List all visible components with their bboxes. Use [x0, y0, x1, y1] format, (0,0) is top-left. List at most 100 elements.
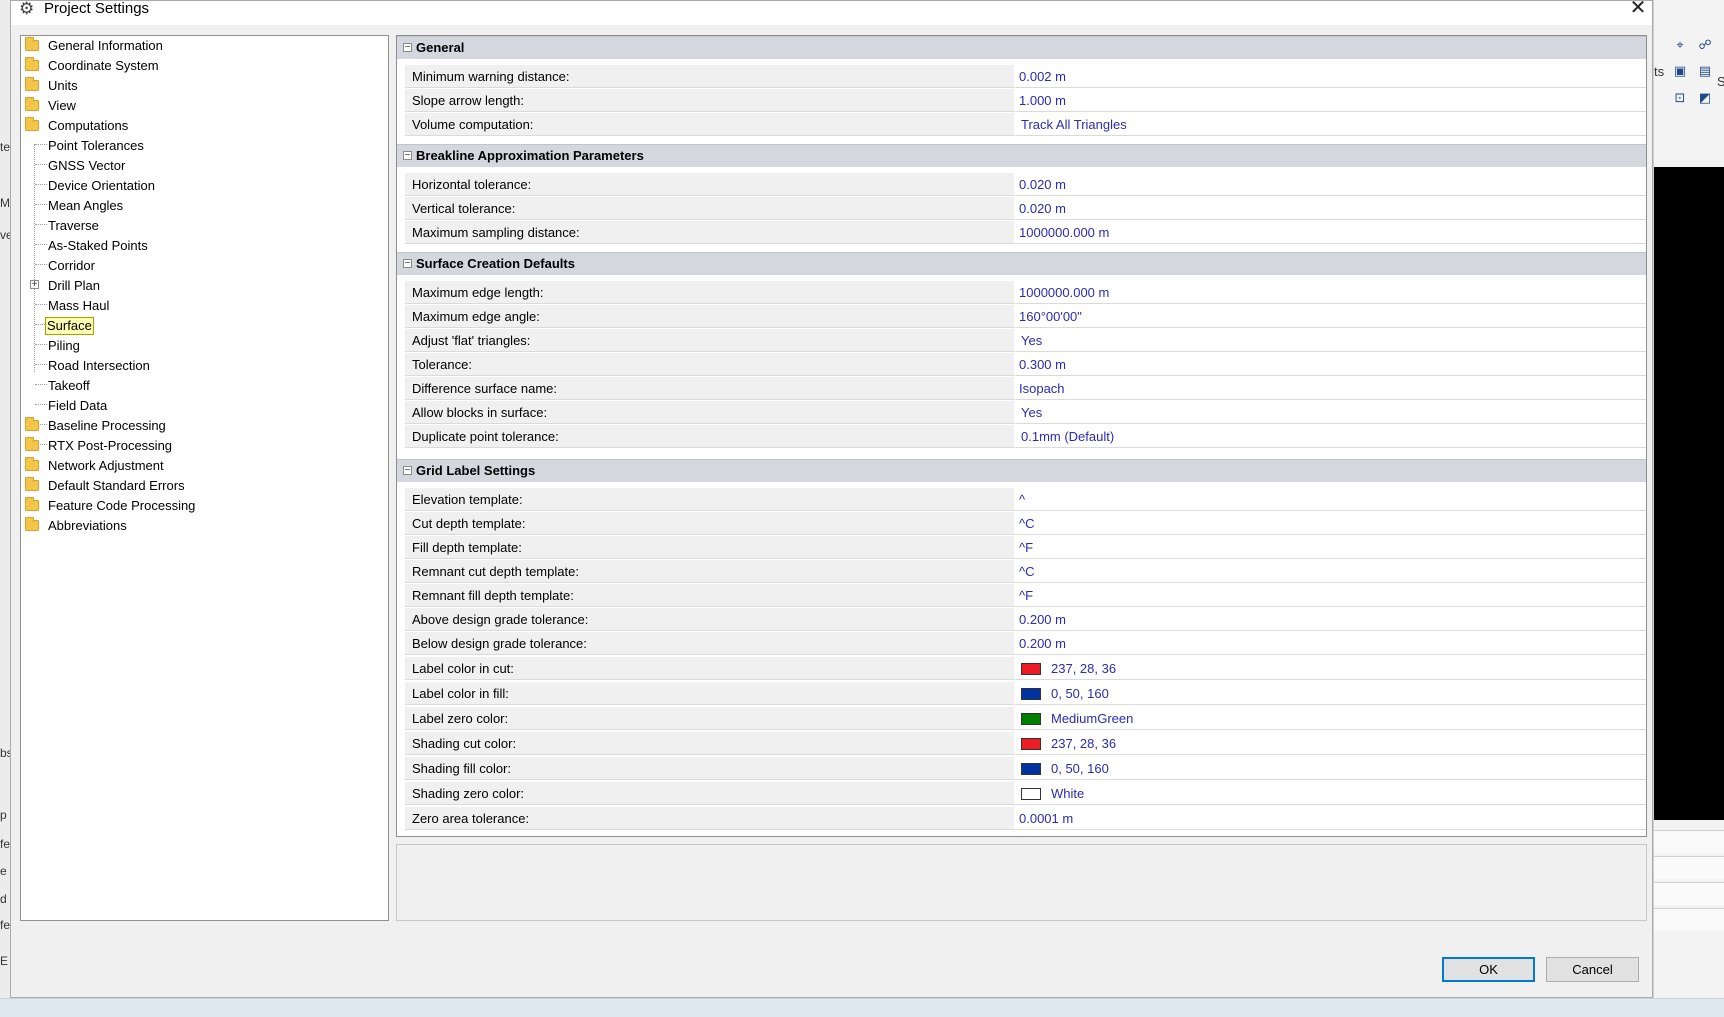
- property-value[interactable]: Isopach: [1015, 377, 1646, 400]
- category-surface-creation-defaults[interactable]: − Surface Creation Defaults: [397, 252, 1646, 275]
- property-value[interactable]: ^F: [1015, 536, 1646, 559]
- property-row[interactable]: Maximum edge length: 1000000.000 m: [397, 281, 1646, 305]
- tree-item-label: Device Orientation: [48, 178, 155, 193]
- property-name: Minimum warning distance:: [405, 65, 1014, 88]
- tree-item-label: Drill Plan: [48, 278, 101, 293]
- property-row[interactable]: Remnant cut depth template: ^C: [397, 560, 1646, 584]
- tree-item-label: Units: [48, 78, 78, 93]
- property-row[interactable]: Minimum warning distance: 0.002 m: [397, 65, 1646, 89]
- property-value[interactable]: 0.200 m: [1015, 608, 1646, 631]
- close-icon: ✕: [1629, 0, 1647, 19]
- property-dropdown[interactable]: 0.1mm (Default): [1015, 425, 1646, 448]
- folder-icon: [25, 77, 39, 91]
- toolbar-icon: ▣: [1673, 63, 1687, 78]
- property-row[interactable]: Label color in fill: 0, 50, 160: [397, 682, 1646, 706]
- property-name: Label color in fill:: [405, 682, 1014, 705]
- bg-fragment: fe: [0, 918, 10, 932]
- property-name: Adjust 'flat' triangles:: [405, 329, 1014, 352]
- property-row[interactable]: Tolerance: 0.300 m: [397, 353, 1646, 377]
- property-row[interactable]: Remnant fill depth template: ^F: [397, 584, 1646, 608]
- toolbar-icon: ⊡: [1674, 90, 1686, 105]
- property-value[interactable]: ^C: [1015, 560, 1646, 583]
- property-row[interactable]: Slope arrow length: 1.000 m: [397, 89, 1646, 113]
- tree-item-label: Takeoff: [48, 378, 90, 393]
- property-row[interactable]: Shading zero color: White: [397, 782, 1646, 806]
- property-row[interactable]: Maximum edge angle: 160°00'00": [397, 305, 1646, 329]
- folder-icon: [25, 97, 39, 111]
- property-row[interactable]: Shading fill color: 0, 50, 160: [397, 757, 1646, 781]
- color-value-text: MediumGreen: [1051, 711, 1134, 726]
- project-settings-dialog: ⚙ Project Settings ✕ General Information…: [10, 0, 1653, 998]
- property-row[interactable]: Shading cut color: 237, 28, 36: [397, 732, 1646, 756]
- color-picker-value[interactable]: MediumGreen: [1015, 707, 1646, 730]
- property-value[interactable]: ^C: [1015, 512, 1646, 535]
- bg-row: [1654, 882, 1724, 905]
- property-value[interactable]: 1000000.000 m: [1015, 281, 1646, 304]
- category-breakline-approximation[interactable]: − Breakline Approximation Parameters: [397, 144, 1646, 167]
- property-name: Vertical tolerance:: [405, 197, 1014, 220]
- volume-computation-dropdown[interactable]: Track All Triangles: [1015, 113, 1646, 136]
- toolbar-icon: ▤: [1698, 63, 1712, 78]
- tree-connector: [35, 224, 47, 225]
- property-value[interactable]: ^F: [1015, 584, 1646, 607]
- property-value[interactable]: 1.000 m: [1015, 89, 1646, 112]
- collapse-icon[interactable]: −: [403, 259, 412, 269]
- property-name: Remnant cut depth template:: [405, 560, 1014, 583]
- collapse-icon[interactable]: −: [403, 466, 412, 476]
- property-row[interactable]: Label color in cut: 237, 28, 36: [397, 657, 1646, 681]
- folder-icon: [25, 477, 39, 491]
- property-row[interactable]: Allow blocks in surface: Yes: [397, 401, 1646, 425]
- property-dropdown[interactable]: Yes: [1015, 329, 1646, 352]
- color-picker-value[interactable]: 0, 50, 160: [1015, 682, 1646, 705]
- expand-icon[interactable]: +: [30, 280, 39, 290]
- color-swatch: [1021, 787, 1041, 800]
- category-grid-label-settings[interactable]: − Grid Label Settings: [397, 459, 1646, 482]
- folder-icon: [25, 417, 39, 431]
- property-name: Tolerance:: [405, 353, 1014, 376]
- color-picker-value[interactable]: 237, 28, 36: [1015, 732, 1646, 755]
- property-value[interactable]: ^: [1015, 488, 1646, 511]
- tree-item-label: Surface: [45, 317, 94, 335]
- property-row[interactable]: Zero area tolerance: 0.0001 m: [397, 807, 1646, 831]
- property-row[interactable]: Adjust 'flat' triangles: Yes: [397, 329, 1646, 353]
- property-value[interactable]: 0.002 m: [1015, 65, 1646, 88]
- property-row[interactable]: Difference surface name: Isopach: [397, 377, 1646, 401]
- property-row[interactable]: Cut depth template: ^C: [397, 512, 1646, 536]
- property-name: Zero area tolerance:: [405, 807, 1014, 830]
- category-label: Surface Creation Defaults: [416, 256, 575, 271]
- property-row[interactable]: Fill depth template: ^F: [397, 536, 1646, 560]
- property-value[interactable]: 1000000.000 m: [1015, 221, 1646, 244]
- collapse-icon[interactable]: −: [403, 43, 412, 53]
- title-bar: ⚙ Project Settings ✕: [11, 0, 1652, 25]
- property-value[interactable]: 0.020 m: [1015, 197, 1646, 220]
- property-row[interactable]: Horizontal tolerance: 0.020 m: [397, 173, 1646, 197]
- category-general[interactable]: − General: [397, 36, 1646, 59]
- property-row[interactable]: Above design grade tolerance: 0.200 m: [397, 608, 1646, 632]
- property-value[interactable]: 160°00'00": [1015, 305, 1646, 328]
- property-row[interactable]: Elevation template: ^: [397, 488, 1646, 512]
- gear-icon: ⚙: [19, 0, 35, 18]
- property-row[interactable]: Volume computation: Track All Triangles: [397, 113, 1646, 137]
- property-row[interactable]: Vertical tolerance: 0.020 m: [397, 197, 1646, 221]
- color-picker-value[interactable]: White: [1015, 782, 1646, 805]
- property-dropdown[interactable]: Yes: [1015, 401, 1646, 424]
- dialog-title: Project Settings: [44, 0, 150, 17]
- cancel-button[interactable]: Cancel: [1546, 957, 1639, 982]
- property-name: Slope arrow length:: [405, 89, 1014, 112]
- tree-item-label: Corridor: [48, 258, 95, 273]
- property-row[interactable]: Maximum sampling distance: 1000000.000 m: [397, 221, 1646, 245]
- property-value[interactable]: 0.200 m: [1015, 632, 1646, 655]
- color-picker-value[interactable]: 237, 28, 36: [1015, 657, 1646, 680]
- property-row[interactable]: Duplicate point tolerance: 0.1mm (Default…: [397, 425, 1646, 449]
- tree-connector: [35, 304, 47, 305]
- property-value[interactable]: 0.020 m: [1015, 173, 1646, 196]
- close-button[interactable]: ✕: [1625, 0, 1651, 19]
- property-row[interactable]: Below design grade tolerance: 0.200 m: [397, 632, 1646, 656]
- collapse-icon[interactable]: −: [403, 151, 412, 161]
- property-row[interactable]: Label zero color: MediumGreen: [397, 707, 1646, 731]
- property-value[interactable]: 0.0001 m: [1015, 807, 1646, 830]
- property-value[interactable]: 0.300 m: [1015, 353, 1646, 376]
- ok-button[interactable]: OK: [1442, 957, 1535, 982]
- color-picker-value[interactable]: 0, 50, 160: [1015, 757, 1646, 780]
- property-name: Shading fill color:: [405, 757, 1014, 780]
